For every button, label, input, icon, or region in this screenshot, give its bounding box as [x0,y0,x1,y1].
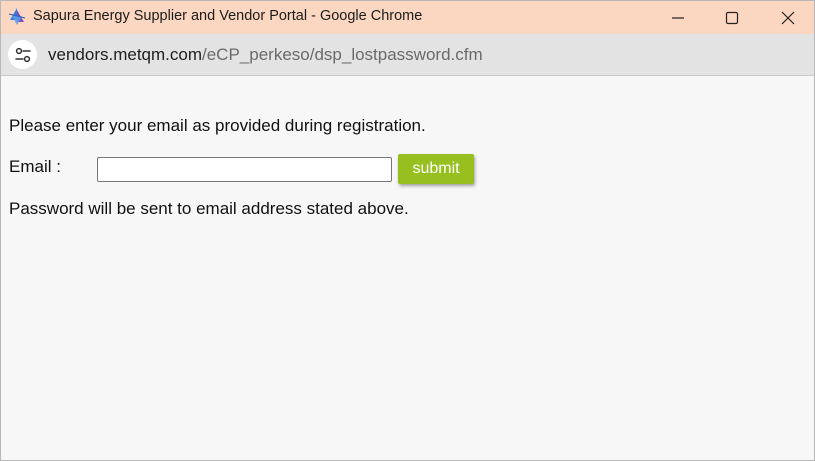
close-icon [781,11,795,24]
browser-window: Sapura Energy Supplier and Vendor Portal… [0,0,815,461]
minimize-button[interactable] [655,1,701,34]
instruction-text: Please enter your email as provided duri… [9,116,426,135]
password-note: Password will be sent to email address s… [9,199,409,218]
title-bar: Sapura Energy Supplier and Vendor Portal… [1,1,814,34]
page-content: Please enter your email as provided duri… [1,76,814,460]
maximize-icon [725,11,739,24]
tune-icon [14,47,31,62]
maximize-button[interactable] [709,1,755,34]
window-title: Sapura Energy Supplier and Vendor Portal… [33,8,423,24]
email-label: Email : [9,157,61,176]
minimize-icon [672,16,684,19]
portal-logo-icon [7,6,27,26]
email-field[interactable] [97,157,392,182]
url-field[interactable]: vendors.metqm.com/eCP_perkeso/dsp_lostpa… [48,45,483,65]
url-host: vendors.metqm.com [48,45,202,64]
url-path: /eCP_perkeso/dsp_lostpassword.cfm [202,45,483,64]
submit-button[interactable]: submit [398,154,474,184]
site-info-button[interactable] [8,40,37,69]
close-button[interactable] [765,1,811,34]
address-bar: vendors.metqm.com/eCP_perkeso/dsp_lostpa… [1,34,814,76]
